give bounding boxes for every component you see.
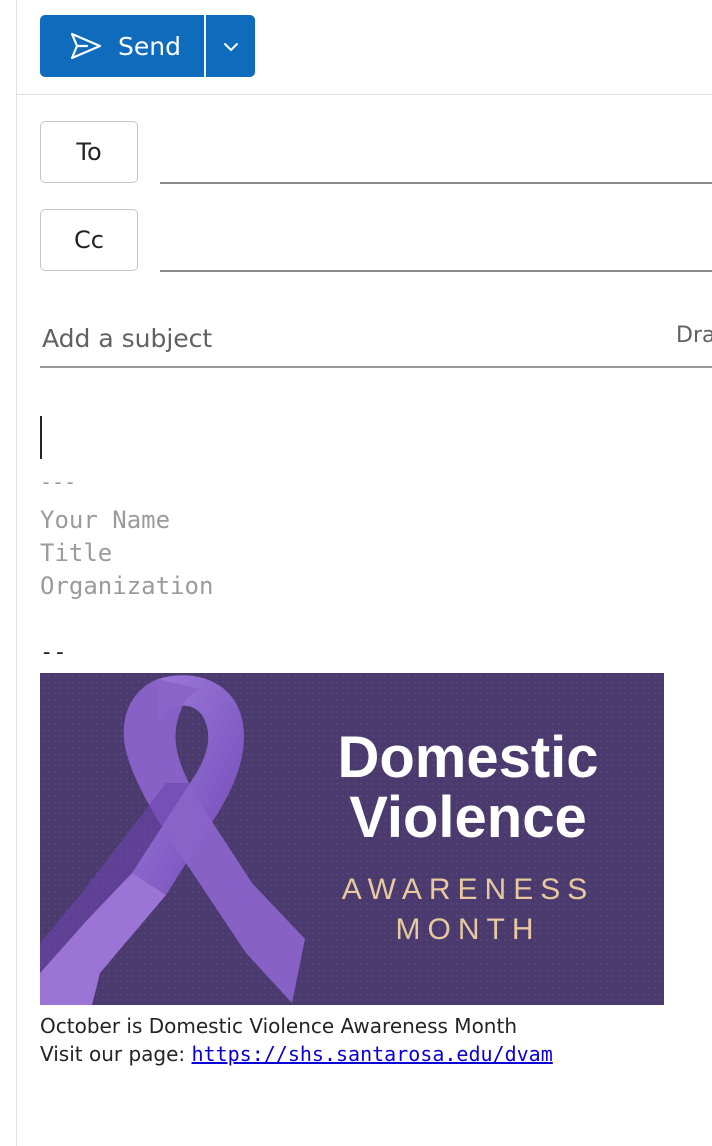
signature-name: Your Name (40, 506, 171, 534)
dvam-link[interactable]: https://shs.santarosa.edu/dvam (192, 1042, 553, 1066)
dvam-banner: Domestic Violence AWARENESS MONTH (40, 673, 664, 1005)
banner-title-line2: Violence (349, 785, 587, 850)
subject-underline (40, 366, 712, 368)
message-body[interactable] (40, 400, 680, 470)
signature-title: Title (40, 539, 113, 567)
cc-field-underline (160, 270, 712, 272)
banner-subtitle-line2: MONTH (396, 913, 541, 946)
footer-visit-prefix: Visit our page: (40, 1042, 192, 1066)
send-button-group: Send (40, 15, 255, 77)
send-options-dropdown[interactable] (206, 15, 255, 77)
signature-organization: Organization (40, 572, 214, 600)
text-cursor (40, 416, 42, 459)
toolbar-divider (16, 94, 712, 95)
pane-left-border (16, 0, 17, 1146)
signature-separator-2: -- (40, 640, 67, 665)
footer-awareness-text: October is Domestic Violence Awareness M… (40, 1014, 517, 1038)
chevron-down-icon (223, 37, 239, 56)
signature-separator: --- (40, 470, 77, 494)
cc-button[interactable]: Cc (40, 209, 138, 271)
to-field-underline (160, 182, 712, 184)
footer-visit-line: Visit our page: https://shs.santarosa.ed… (40, 1042, 553, 1066)
draft-status: Dra (676, 323, 712, 348)
to-field[interactable] (160, 121, 712, 183)
to-button[interactable]: To (40, 121, 138, 183)
banner-subtitle-line1: AWARENESS (342, 873, 594, 906)
send-divider (204, 15, 206, 77)
cc-field[interactable] (160, 209, 712, 271)
subject-input[interactable] (40, 314, 604, 362)
send-label: Send (118, 31, 181, 61)
send-button[interactable]: Send (40, 15, 204, 77)
send-icon (68, 28, 104, 64)
banner-title-line1: Domestic (337, 725, 598, 790)
